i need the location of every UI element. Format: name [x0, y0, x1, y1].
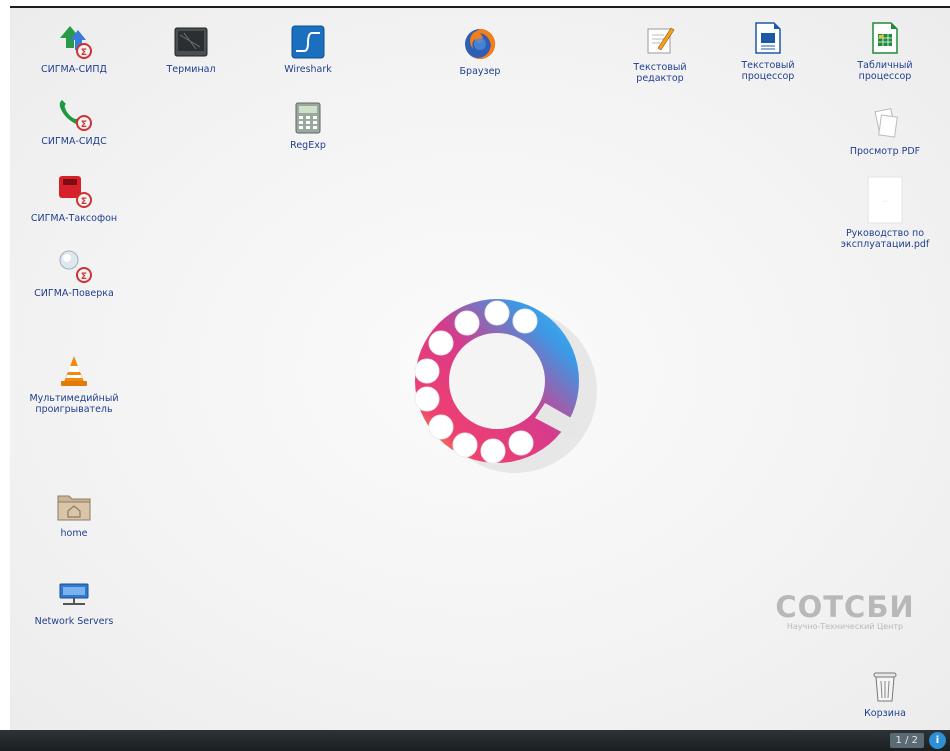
desktop-icon-spreadsheet[interactable]: Табличный процессор [835, 20, 935, 100]
desktop-icon-label: СИГМА-СИДС [41, 136, 107, 147]
desktop-icon-network-servers[interactable]: Network Servers [24, 576, 124, 656]
desktop-icon-label: Wireshark [284, 64, 332, 75]
desktop-icon-wireshark[interactable]: Wireshark [258, 24, 358, 104]
desktop-icon-manual-pdf[interactable]: ••• Руководство по эксплуатации.pdf [835, 176, 935, 256]
trash-icon [867, 668, 903, 704]
brand-subtitle: Научно-Технический Центр [786, 622, 904, 631]
svg-text:Σ: Σ [81, 120, 87, 130]
desktop-icon-label: Текстовый процессор [741, 60, 795, 82]
screen-left-border [0, 0, 10, 730]
desktop-icon-word-processor[interactable]: Текстовый процессор [718, 20, 818, 100]
desktop-icon-terminal[interactable]: Терминал [141, 24, 241, 104]
screen-top-border [0, 0, 950, 8]
phone-icon: Σ [56, 96, 92, 132]
desktop-icon-label: Табличный процессор [857, 60, 913, 82]
workspace-pager[interactable]: 1 / 2 [889, 733, 924, 748]
payphone-icon: Σ [56, 173, 92, 209]
text-editor-icon [642, 22, 678, 58]
wireshark-icon [290, 24, 326, 60]
brand-name: СОТСБИ [775, 590, 915, 624]
desktop-icon-label: Корзина [864, 708, 906, 719]
desktop-icon-label: home [60, 528, 88, 539]
spreadsheet-icon [867, 20, 903, 56]
desktop-icon-pdf-viewer[interactable]: Просмотр PDF [835, 106, 935, 186]
desktop-icon-home[interactable]: home [24, 488, 124, 568]
sigma-sipd-icon: Σ [56, 24, 92, 60]
desktop-icon-label: Network Servers [34, 616, 114, 627]
pdf-viewer-icon [867, 106, 903, 142]
desktop-icon-label: СИГМА-Таксофон [30, 213, 118, 224]
desktop-icon-label: Текстовый редактор [633, 62, 687, 84]
desktop-icon-label: Терминал [166, 64, 216, 75]
desktop-icon-sigma-poverka[interactable]: Σ СИГМА-Поверка [24, 248, 124, 328]
svg-text:Σ: Σ [81, 272, 87, 282]
desktop-icon-media-player[interactable]: Мультимедийный проигрыватель [24, 353, 124, 443]
desktop-icon-label: RegExp [290, 140, 326, 151]
terminal-icon [173, 24, 209, 60]
wallpaper-rotary-dial-logo [405, 293, 605, 483]
svg-text:Σ: Σ [81, 48, 87, 58]
svg-text:Σ: Σ [81, 197, 87, 207]
pdf-file-icon: ••• [867, 176, 903, 224]
info-icon[interactable]: i [929, 732, 946, 749]
desktop-icon-text-editor[interactable]: Текстовый редактор [610, 22, 710, 102]
brand-watermark: СОТСБИ Научно-Технический Центр [765, 590, 925, 631]
verification-icon: Σ [56, 248, 92, 284]
calculator-icon [290, 100, 326, 136]
home-folder-icon [56, 488, 92, 524]
taskbar: 1 / 2 i [0, 730, 950, 751]
desktop-icon-label: СИГМА-СИПД [41, 64, 107, 75]
desktop: Σ СИГМА-СИПД Терминал Wireshark Браузер … [10, 8, 950, 730]
network-servers-icon [56, 576, 92, 612]
desktop-icon-label: Браузер [459, 66, 501, 77]
word-processor-icon [750, 20, 786, 56]
desktop-icon-label: СИГМА-Поверка [34, 288, 114, 299]
firefox-icon [462, 26, 498, 62]
desktop-icon-label: Мультимедийный проигрыватель [29, 393, 119, 415]
svg-text:•••: ••• [882, 199, 888, 203]
desktop-icon-label: Просмотр PDF [849, 146, 921, 157]
vlc-icon [56, 353, 92, 389]
desktop-icon-browser[interactable]: Браузер [430, 26, 530, 106]
desktop-icon-label: Руководство по эксплуатации.pdf [840, 228, 930, 250]
desktop-icon-sigma-sipd[interactable]: Σ СИГМА-СИПД [24, 24, 124, 104]
desktop-icon-sigma-taksofon[interactable]: Σ СИГМА-Таксофон [24, 173, 124, 253]
desktop-icon-regexp[interactable]: RegExp [258, 100, 358, 180]
desktop-icon-sigma-sids[interactable]: Σ СИГМА-СИДС [24, 96, 124, 176]
